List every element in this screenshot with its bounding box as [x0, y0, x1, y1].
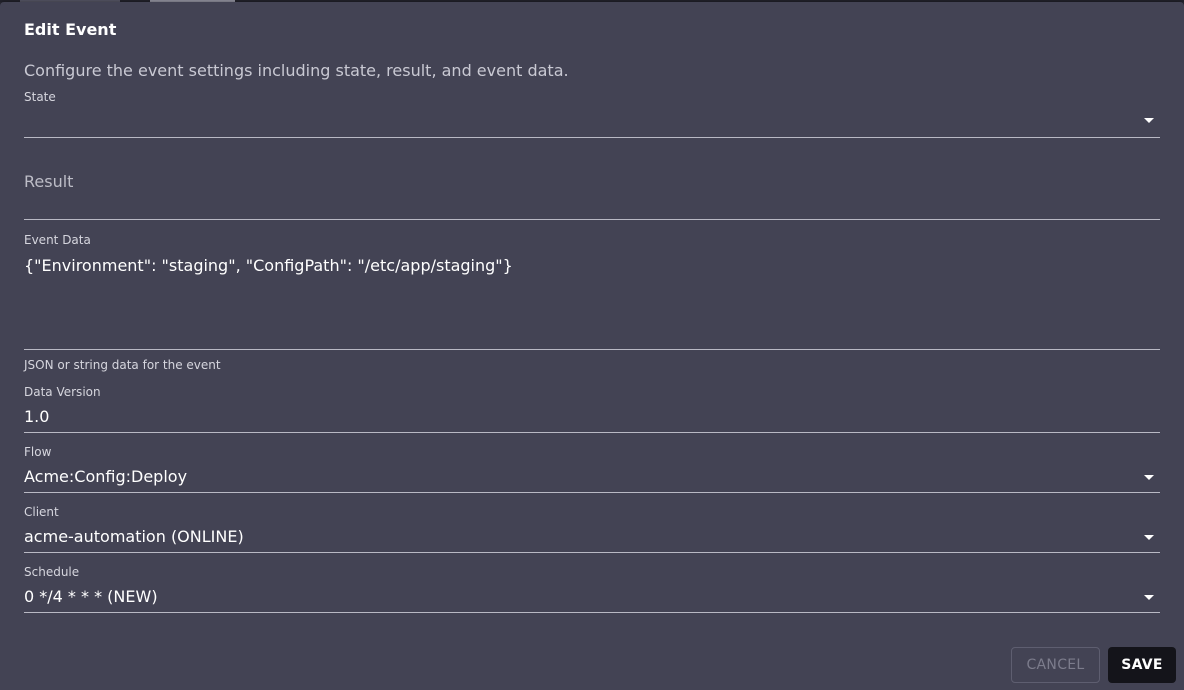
event-data-helper-text: JSON or string data for the event	[24, 358, 221, 372]
data-version-value: 1.0	[24, 407, 50, 426]
result-label: Result	[24, 172, 74, 191]
event-data-value: {"Environment": "staging", "ConfigPath":…	[24, 256, 513, 275]
cancel-button[interactable]: CANCEL	[1011, 647, 1100, 683]
state-select[interactable]: State	[24, 90, 1160, 138]
save-button[interactable]: SAVE	[1108, 647, 1176, 683]
flow-label: Flow	[24, 445, 52, 459]
state-label: State	[24, 90, 56, 104]
dropdown-arrow-icon	[1144, 118, 1154, 123]
dialog-title: Edit Event	[24, 20, 117, 39]
client-value: acme-automation (ONLINE)	[24, 527, 244, 546]
data-version-label: Data Version	[24, 385, 101, 399]
schedule-value: 0 */4 * * * (NEW)	[24, 587, 158, 606]
schedule-select[interactable]: Schedule 0 */4 * * * (NEW)	[24, 565, 1160, 613]
dropdown-arrow-icon	[1144, 595, 1154, 600]
event-data-label: Event Data	[24, 233, 91, 247]
event-data-textarea[interactable]: Event Data {"Environment": "staging", "C…	[24, 233, 1160, 350]
schedule-label: Schedule	[24, 565, 80, 579]
edit-event-dialog: Edit Event Configure the event settings …	[0, 2, 1184, 690]
client-label: Client	[24, 505, 59, 519]
flow-select[interactable]: Flow Acme:Config:Deploy	[24, 445, 1160, 493]
dialog-description: Configure the event settings including s…	[24, 61, 569, 80]
result-input[interactable]: Result	[24, 152, 1160, 220]
dropdown-arrow-icon	[1144, 475, 1154, 480]
flow-value: Acme:Config:Deploy	[24, 467, 188, 486]
data-version-input[interactable]: Data Version 1.0	[24, 385, 1160, 433]
dropdown-arrow-icon	[1144, 535, 1154, 540]
client-select[interactable]: Client acme-automation (ONLINE)	[24, 505, 1160, 553]
